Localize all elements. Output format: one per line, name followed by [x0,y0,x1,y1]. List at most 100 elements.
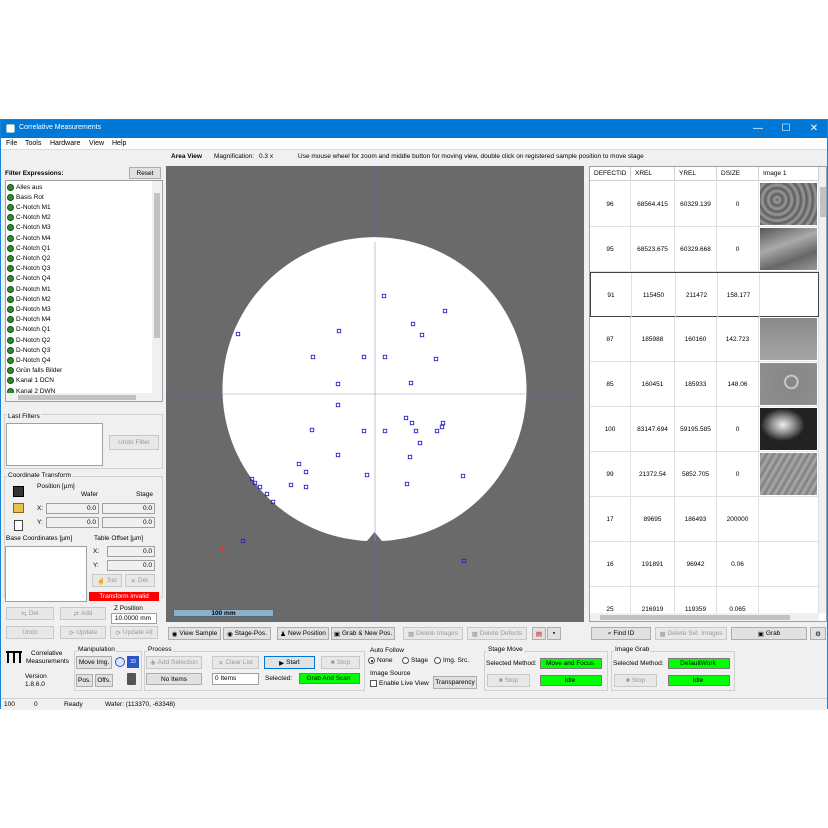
filter-item[interactable]: Grün falls Bilder [7,366,62,376]
offset-x-field[interactable]: 0.0 [107,546,155,557]
auto-follow-img-src[interactable]: Img. Src. [434,657,469,664]
filter-item[interactable]: C-Notch M2 [7,213,51,223]
transparency-button[interactable]: Transparency [433,676,477,689]
stage-y-field[interactable]: 0.0 [102,517,155,528]
menu-file[interactable]: File [6,140,17,147]
menu-view[interactable]: View [89,140,104,147]
table-row[interactable]: 95 68523.675 60329.668 0 [590,227,819,272]
wafer-y-field[interactable]: 0.0 [46,517,99,528]
view-sample-button[interactable]: ◉ View Sample [168,627,221,640]
open-folder-icon[interactable] [13,503,24,513]
table-cell-image[interactable] [759,452,819,497]
table-row[interactable]: 17 89695 186493 200000 [590,497,819,542]
delete-defects-button[interactable]: ▦ Delete Defects [467,627,527,640]
table-row[interactable]: 96 68564.415 60329.139 0 [590,182,819,227]
save-icon[interactable] [13,486,24,497]
menu-help[interactable]: Help [112,140,126,147]
filter-item[interactable]: Kanal 1 DCN [7,376,54,386]
defect-thumbnail[interactable] [760,228,817,270]
filter-item[interactable]: C-Notch M4 [7,233,51,243]
table-cell-image[interactable] [759,362,819,407]
defect-thumbnail[interactable] [760,183,817,225]
defect-marker[interactable] [240,538,246,544]
filter-hscroll-thumb[interactable] [18,395,136,400]
area-view-canvas[interactable]: + 100 mm [166,166,584,622]
radio-none-icon[interactable] [368,657,375,664]
radio-stage-icon[interactable] [402,657,409,664]
move-img-button[interactable]: Move Img. [76,656,112,669]
delete-offset-button[interactable]: ✕ Del. [125,574,155,587]
save-map-icon[interactable]: ▪ [547,627,561,640]
del-button[interactable]: ⇆ Del [6,607,54,620]
filter-item[interactable]: C-Notch Q4 [7,274,50,284]
filter-item[interactable]: D-Notch Q4 [7,355,50,365]
table-cell-image[interactable] [760,273,820,318]
process-stop-button[interactable]: ■ Stop [321,656,360,669]
grab-button[interactable]: ▣ Grab [731,627,807,640]
table-scrollbar[interactable] [819,167,826,613]
add-selection-button[interactable]: ✚ Add Selection [146,656,202,669]
filter-hscrollbar[interactable] [6,393,152,401]
table-row[interactable]: 87 185988 160160 142.723 [590,317,819,362]
pos-button[interactable]: Pos. [76,674,93,687]
filter-item[interactable]: D-Notch M1 [7,284,51,294]
add-button[interactable]: ⇄ Add [60,607,106,620]
grab-stop-button[interactable]: ■ Stop [614,674,657,687]
filter-item[interactable]: D-Notch Q1 [7,325,50,335]
live-view-checkbox-icon[interactable] [370,680,377,687]
defect-thumbnail[interactable] [760,408,817,450]
last-filters-list[interactable] [6,423,103,466]
table-row[interactable]: 100 83147.694 59195.585 0 [590,407,819,452]
maximize-button[interactable]: ☐ [772,120,800,138]
export-icon[interactable]: ▤ [532,627,546,640]
grab-new-pos-button[interactable]: ▣ Grab & New Pos. [331,627,395,640]
table-row[interactable]: 99 21372.54 5852.705 0 [590,452,819,497]
counter-icon[interactable]: 33 [127,656,139,668]
table-extra-icon[interactable]: ⚙ [810,627,826,640]
wafer-x-field[interactable]: 0.0 [46,503,99,514]
minimize-button[interactable]: — [744,120,772,138]
filter-item[interactable]: D-Notch Q3 [7,345,50,355]
base-coordinates-list[interactable] [5,546,87,602]
find-id-button[interactable]: ⌕ Find ID [591,627,651,640]
start-button[interactable]: ▶ Start [264,656,315,669]
defect-thumbnail[interactable] [760,453,817,495]
table-cell-image[interactable] [759,227,819,272]
undo-filter-button[interactable]: Undo Filter [109,435,159,450]
table-header-image-1[interactable]: Image 1 [759,167,819,181]
offset-y-field[interactable]: 0.0 [107,560,155,571]
table-hscrollbar[interactable] [590,613,819,621]
new-position-button[interactable]: ♟ New Position [277,627,329,640]
filter-item[interactable]: D-Notch M2 [7,294,51,304]
table-scroll-thumb[interactable] [820,187,826,217]
title-bar[interactable]: Correlative Measurements — ☐ ✕ [1,120,827,138]
delete-images-button[interactable]: ▦ Delete Images [403,627,463,640]
auto-follow-stage[interactable]: Stage [402,657,428,664]
filter-item[interactable]: Alles aus [7,182,42,192]
filter-item[interactable]: C-Notch Q3 [7,264,50,274]
filter-item[interactable]: C-Notch Q2 [7,253,50,263]
items-count-field[interactable]: 0 Items [212,673,259,685]
filter-scroll-thumb[interactable] [154,193,160,338]
live-view-toggle[interactable]: Enable Live View [370,680,429,687]
set-button[interactable]: ☝ Set [92,574,122,587]
menu-tools[interactable]: Tools [25,140,41,147]
z-position-field[interactable]: 10.0000 mm [111,613,157,624]
table-header-dsize[interactable]: DSIZE [717,167,759,181]
menu-hardware[interactable]: Hardware [50,140,80,147]
table-header-yrel[interactable]: YREL [675,167,717,181]
filter-item[interactable]: C-Notch Q1 [7,243,50,253]
close-button[interactable]: ✕ [800,120,828,138]
filter-item[interactable]: Basis Rot [7,192,44,202]
filter-item[interactable]: D-Notch M3 [7,304,51,314]
table-cell-image[interactable] [759,497,819,542]
auto-follow-none[interactable]: None [368,657,393,664]
delete-selected-images-button[interactable]: ▦ Delete Sel. Images [655,627,727,640]
filter-item[interactable]: D-Notch M4 [7,315,51,325]
clear-list-button[interactable]: ✕ Clear List [212,656,259,669]
filter-item[interactable]: C-Notch M3 [7,223,51,233]
refresh-icon[interactable] [115,657,125,667]
table-header-defectid[interactable]: DEFECTID [590,167,631,181]
table-header-xrel[interactable]: XREL [631,167,675,181]
offs-button[interactable]: Offs. [95,674,113,687]
